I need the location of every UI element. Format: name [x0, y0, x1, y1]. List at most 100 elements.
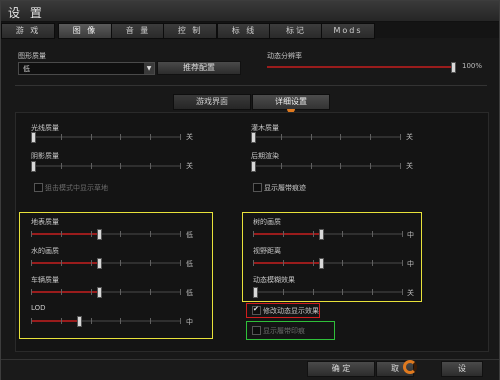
slider-tick: [90, 260, 92, 266]
ok-button[interactable]: 确 定: [307, 361, 375, 377]
slider-tick: [180, 231, 181, 237]
slider-fill: [31, 320, 79, 322]
post-processing-value: 关: [406, 162, 413, 170]
slider-tick: [31, 318, 32, 324]
slider-tick: [180, 289, 181, 295]
chevron-down-icon: ▼: [144, 63, 154, 74]
slider-tick: [120, 318, 122, 324]
track-imprint-checkbox[interactable]: [252, 326, 261, 335]
subtab-detail-settings-label: 详细设置: [275, 97, 307, 106]
shrub-quality-slider[interactable]: [251, 132, 401, 143]
slider-tick: [60, 318, 62, 324]
slider-handle[interactable]: [96, 229, 102, 240]
track-marks-label: 显示履带痕迹: [264, 184, 306, 192]
slider-tick: [310, 134, 312, 140]
dynamic-effects-checkbox[interactable]: [252, 305, 261, 315]
shadow-quality-label: 阴影质量: [31, 152, 59, 160]
slider-tick: [31, 289, 32, 295]
lighting-quality-value: 关: [186, 133, 193, 141]
motion-blur-slider[interactable]: [253, 287, 403, 298]
slider-tick: [400, 134, 401, 140]
dynamic-resolution-value: 100%: [462, 62, 483, 70]
slider-tick: [150, 289, 152, 295]
slider-tick: [340, 163, 342, 169]
slider-handle[interactable]: [96, 258, 102, 269]
dynamic-resolution-slider[interactable]: [267, 62, 456, 73]
recommend-config-button[interactable]: 推荐配置: [157, 61, 241, 75]
slider-tick: [340, 134, 342, 140]
slider-fill: [253, 262, 321, 264]
vehicle-quality-label: 车辆质量: [31, 276, 59, 284]
slider-tick: [402, 289, 403, 295]
track-marks-checkbox[interactable]: [253, 183, 262, 192]
slider-tick: [150, 318, 152, 324]
lod-label: LOD: [31, 304, 46, 312]
tab-markers[interactable]: 标记: [269, 23, 323, 39]
terrain-quality-slider[interactable]: [31, 229, 181, 240]
slider-handle[interactable]: [451, 62, 456, 73]
slider-tick: [120, 289, 122, 295]
dynamic-effects-label: 修改动态显示效果: [263, 307, 319, 315]
lod-slider[interactable]: [31, 316, 181, 327]
post-processing-slider[interactable]: [251, 161, 401, 172]
slider-handle[interactable]: [31, 132, 36, 143]
settings-window: 设 置 游 戏 图 像 音 量 控 制 标 线 标记 Mods 图形质量 低 ▼…: [0, 0, 500, 380]
post-processing-label: 后期渲染: [251, 152, 279, 160]
slider-tick: [253, 260, 254, 266]
slider-handle[interactable]: [318, 258, 324, 269]
vehicle-quality-slider[interactable]: [31, 287, 181, 298]
slider-handle[interactable]: [253, 287, 258, 298]
slider-tick: [372, 260, 374, 266]
tab-reticle[interactable]: 标 线: [217, 23, 271, 39]
slider-tick: [150, 260, 152, 266]
loading-spinner-icon: [403, 360, 417, 374]
motion-blur-label: 动态模糊效果: [253, 276, 295, 284]
slider-tick: [253, 231, 254, 237]
slider-tick: [150, 231, 152, 237]
view-distance-slider[interactable]: [253, 258, 403, 269]
shadow-quality-value: 关: [186, 162, 193, 170]
slider-tick: [31, 231, 32, 237]
slider-tick: [180, 163, 181, 169]
subtab-game-interface[interactable]: 游戏界面: [173, 94, 251, 110]
slider-handle[interactable]: [31, 161, 36, 172]
slider-tick: [402, 260, 403, 266]
slider-handle[interactable]: [251, 161, 256, 172]
slider-tick: [282, 289, 284, 295]
dynamic-resolution-label: 动态分辨率: [267, 52, 302, 60]
slider-tick: [342, 231, 344, 237]
sniper-grass-checkbox[interactable]: [34, 183, 43, 192]
slider-tick: [60, 163, 62, 169]
water-quality-slider[interactable]: [31, 258, 181, 269]
tab-graphics[interactable]: 图 像: [58, 23, 112, 39]
slider-tick: [342, 289, 344, 295]
slider-tick: [372, 231, 374, 237]
graphics-quality-select[interactable]: 低 ▼: [18, 62, 155, 75]
slider-tick: [400, 163, 401, 169]
slider-tick: [120, 260, 122, 266]
slider-tick: [90, 231, 92, 237]
slider-tick: [280, 163, 282, 169]
slider-handle[interactable]: [96, 287, 102, 298]
lighting-quality-slider[interactable]: [31, 132, 181, 143]
slider-tick: [180, 260, 181, 266]
tab-mods[interactable]: Mods: [321, 23, 375, 39]
slider-tick: [402, 231, 403, 237]
slider-handle[interactable]: [251, 132, 256, 143]
tab-sound[interactable]: 音 量: [111, 23, 165, 39]
tab-game[interactable]: 游 戏: [1, 23, 55, 39]
terrain-quality-label: 地表质量: [31, 218, 59, 226]
slider-handle[interactable]: [77, 316, 82, 327]
shadow-quality-slider[interactable]: [31, 161, 181, 172]
tree-quality-slider[interactable]: [253, 229, 403, 240]
slider-handle[interactable]: [318, 229, 324, 240]
graphics-quality-label: 图形质量: [18, 52, 46, 60]
slider-tick: [282, 260, 284, 266]
subtab-detail-settings[interactable]: 详细设置: [252, 94, 330, 113]
apply-button[interactable]: 设: [441, 361, 483, 377]
slider-tick: [312, 289, 314, 295]
window-title: 设 置: [8, 6, 45, 20]
tab-controls[interactable]: 控 制: [163, 23, 217, 39]
footer-bar: [1, 359, 499, 380]
slider-tick: [31, 260, 32, 266]
